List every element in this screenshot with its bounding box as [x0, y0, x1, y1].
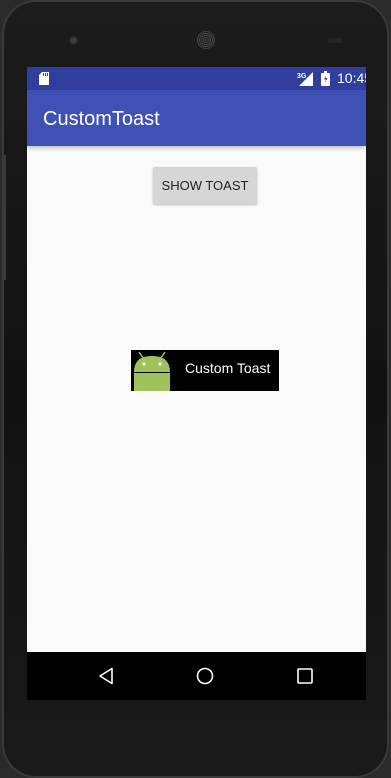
earpiece-speaker	[197, 31, 215, 49]
navigation-bar	[27, 652, 366, 700]
screen: 3G 10:45 CustomToast SHOW TOAST Custom	[27, 67, 366, 700]
signal-icon: 3G	[297, 72, 313, 86]
recents-icon[interactable]	[296, 667, 314, 685]
back-icon[interactable]	[97, 667, 115, 685]
front-camera	[69, 36, 78, 45]
android-icon	[134, 351, 170, 391]
custom-toast: Custom Toast	[131, 350, 279, 391]
home-icon[interactable]	[196, 667, 214, 685]
network-type: 3G	[297, 73, 307, 80]
toast-message: Custom Toast	[185, 360, 271, 376]
status-clock: 10:45	[337, 70, 366, 86]
app-title: CustomToast	[43, 108, 160, 130]
app-bar: CustomToast	[27, 90, 366, 146]
phone-frame: 3G 10:45 CustomToast SHOW TOAST Custom	[2, 0, 389, 778]
status-bar: 3G 10:45	[27, 67, 366, 90]
battery-icon	[321, 71, 330, 86]
show-toast-button[interactable]: SHOW TOAST	[153, 167, 257, 204]
sd-card-icon	[39, 72, 49, 85]
proximity-sensor	[328, 38, 342, 43]
volume-button	[2, 155, 6, 280]
